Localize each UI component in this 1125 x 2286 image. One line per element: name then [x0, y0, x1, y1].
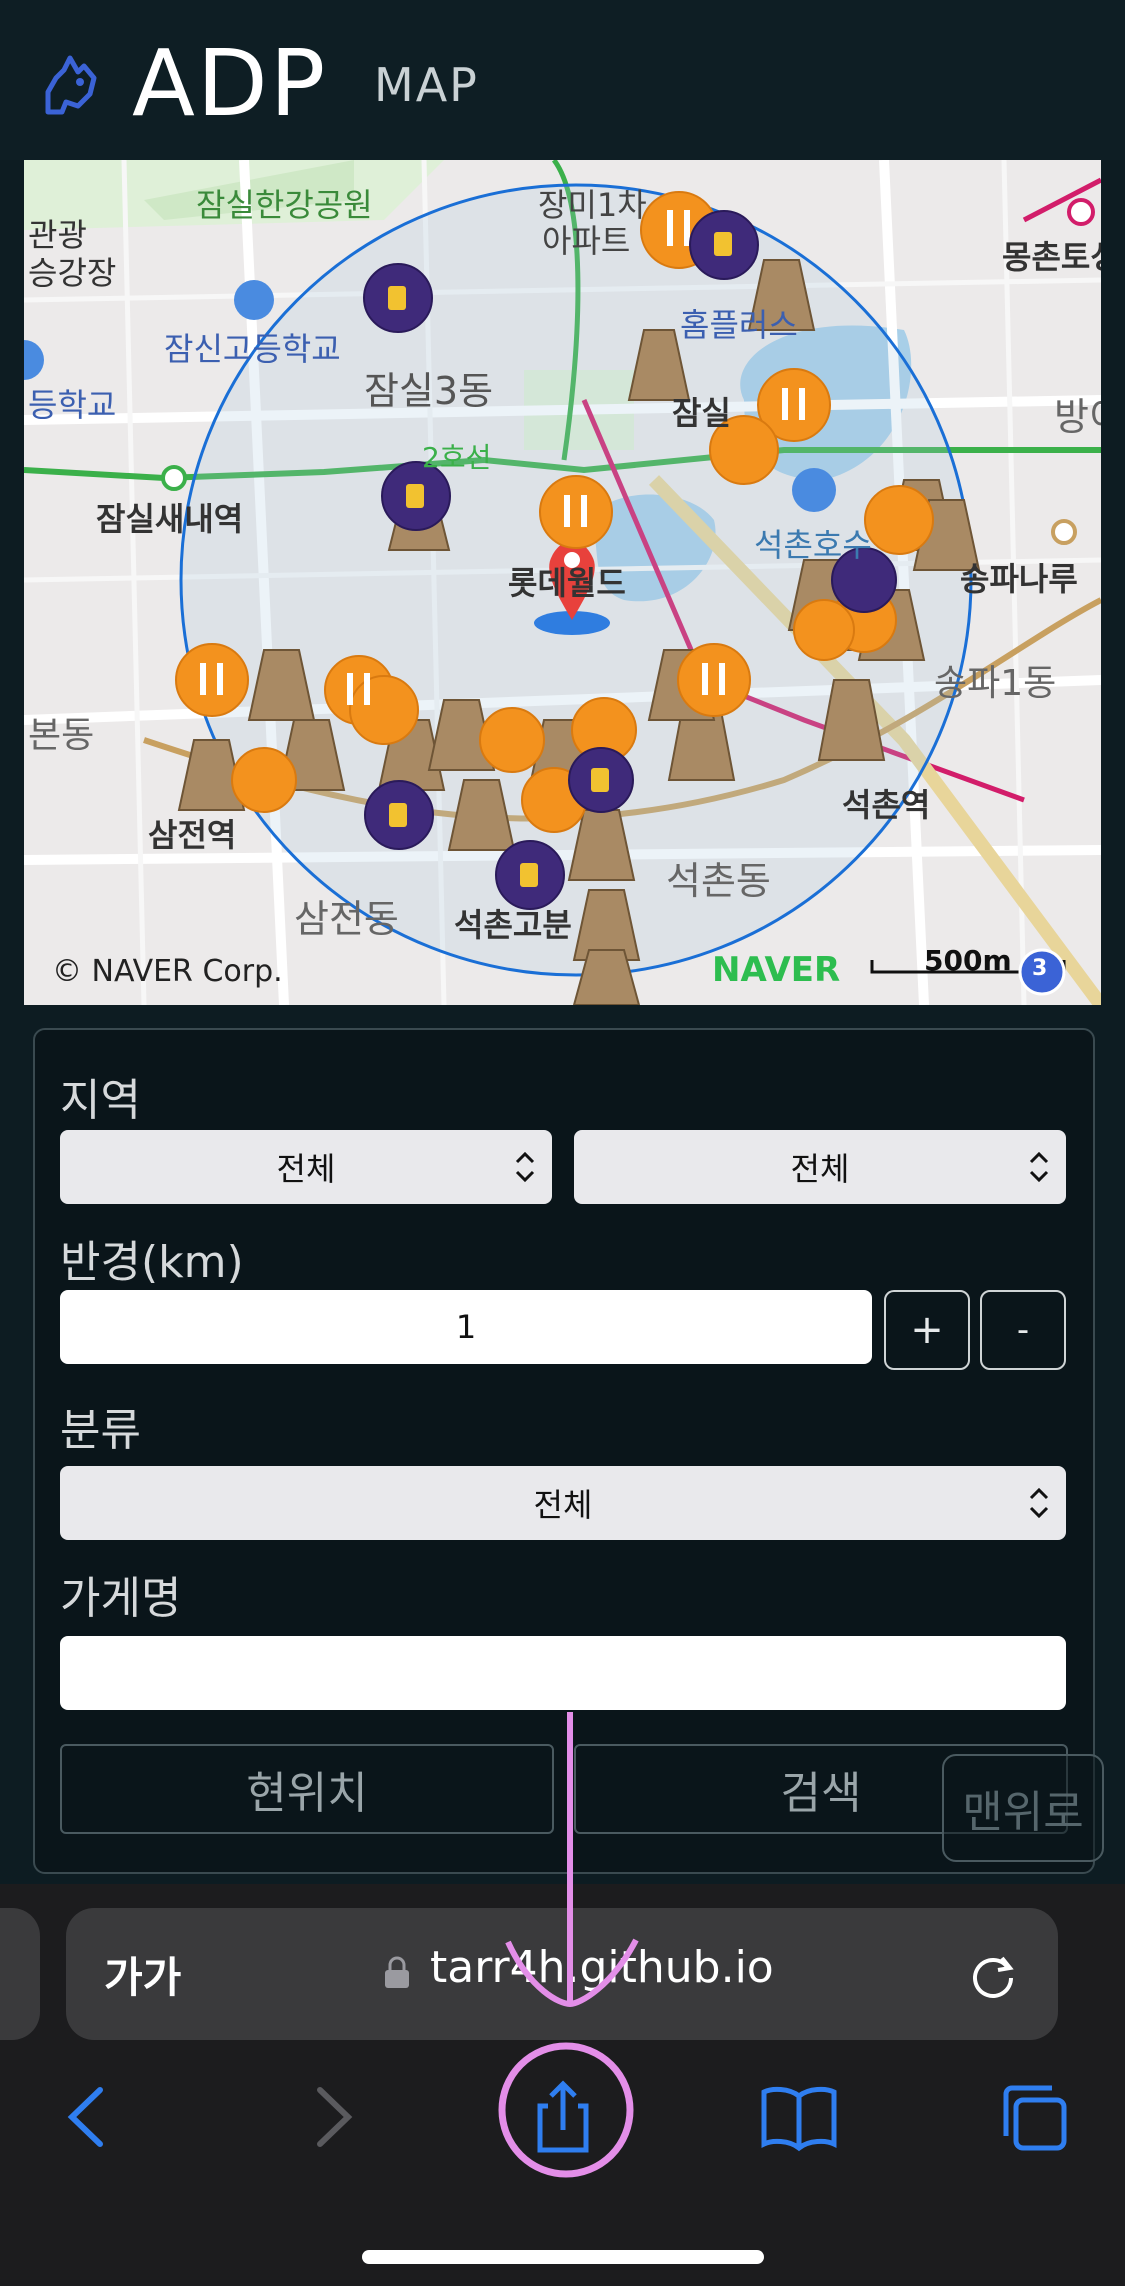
previous-tab-peek[interactable]: [0, 1908, 40, 2040]
map-label: 삼전동: [294, 897, 399, 941]
radius-label: 반경(km): [60, 1237, 244, 1288]
map-label: 홈플러스: [680, 306, 798, 344]
map-view[interactable]: 잠실한강공원 장미1차 아파트 몽촌토성 관광 승강장 잠신고등학교 잠실3동 …: [24, 160, 1101, 1005]
chevron-updown-icon: [515, 1151, 535, 1183]
region1-select[interactable]: 전체: [60, 1130, 552, 1204]
region1-value: 전체: [276, 1150, 336, 1188]
radius-minus-button[interactable]: -: [980, 1290, 1066, 1370]
app-header: ADP MAP: [0, 0, 1125, 160]
region2-value: 전체: [790, 1150, 850, 1188]
map-label: 삼전역: [148, 816, 237, 854]
map-label: 송파1동: [934, 663, 1057, 704]
map-label: 석촌호수: [754, 526, 872, 564]
map-label: 본동: [28, 715, 95, 756]
text-size-button[interactable]: 가가: [104, 1944, 181, 2005]
current-location-button[interactable]: 현위치: [60, 1744, 554, 1834]
map-copyright: © NAVER Corp.: [52, 954, 283, 989]
map-label: 방이: [1054, 395, 1101, 439]
category-select[interactable]: 전체: [60, 1466, 1066, 1540]
map-label: 송파나루: [960, 560, 1078, 598]
url-text[interactable]: tarr4h.github.io: [430, 1942, 774, 1993]
brand-title: ADP: [132, 30, 328, 137]
map-label: 석촌고분: [454, 906, 572, 944]
lock-icon: [385, 1956, 409, 1988]
category-value: 전체: [533, 1486, 593, 1524]
map-label: 등학교: [28, 386, 117, 424]
forward-icon[interactable]: [286, 2080, 376, 2154]
radius-input[interactable]: 1: [60, 1290, 872, 1364]
scroll-top-button[interactable]: 맨위로: [942, 1754, 1104, 1862]
store-name-input[interactable]: [60, 1636, 1066, 1710]
map-label: 롯데월드: [508, 564, 626, 602]
map-scale: 500m: [924, 944, 1012, 977]
dog-icon: [45, 55, 97, 115]
map-label: 몽촌토성: [1002, 238, 1101, 276]
chevron-updown-icon: [1029, 1151, 1049, 1183]
map-label: 잠실한강공원: [196, 186, 373, 224]
store-label: 가게명: [60, 1573, 182, 1624]
region-label: 지역: [60, 1075, 141, 1126]
region2-select[interactable]: 전체: [574, 1130, 1066, 1204]
category-label: 분류: [60, 1405, 141, 1456]
map-label: 2호선: [422, 441, 492, 474]
map-label: 잠실3동: [364, 369, 494, 413]
map-label: 석촌동: [666, 859, 771, 903]
line-badge: 3: [1032, 956, 1048, 981]
map-label: 잠신고등학교: [164, 330, 341, 368]
reload-icon[interactable]: [964, 1946, 1022, 2004]
map-label: 아파트: [542, 222, 631, 260]
chevron-updown-icon: [1029, 1487, 1049, 1519]
map-label: 잠실새내역: [96, 500, 244, 538]
share-icon[interactable]: [518, 2080, 608, 2154]
map-label: 잠실: [672, 394, 731, 432]
back-icon[interactable]: [44, 2080, 134, 2154]
map-label: 승강장: [28, 254, 117, 292]
tabs-icon[interactable]: [990, 2080, 1080, 2154]
brand-subtitle: MAP: [374, 58, 479, 112]
home-indicator: [362, 2250, 764, 2264]
radius-plus-button[interactable]: +: [884, 1290, 970, 1370]
naver-logo: NAVER: [712, 950, 841, 990]
bookmarks-icon[interactable]: [754, 2080, 844, 2154]
map-label: 석촌역: [842, 786, 931, 824]
